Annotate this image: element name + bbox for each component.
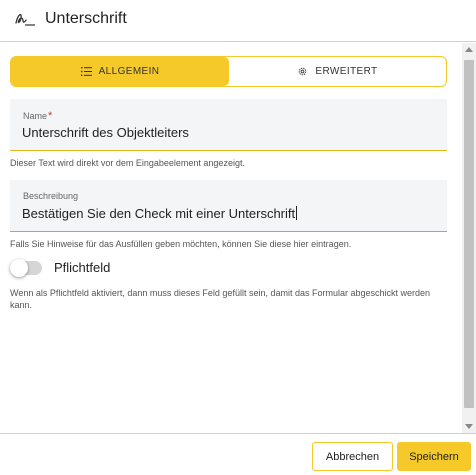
tab-erweitert[interactable]: ERWEITERT <box>229 57 446 86</box>
description-field-hint: Falls Sie Hinweise für das Ausfüllen geb… <box>10 239 352 249</box>
name-field-hint: Dieser Text wird direkt vor dem Eingabee… <box>10 158 245 168</box>
required-toggle-label: Pflichtfeld <box>54 260 111 275</box>
description-field-label: Beschreibung <box>23 191 79 201</box>
dialog-content: ALLGEMEIN ERWEITERT Name* Unterschrift d… <box>0 43 462 433</box>
tab-bar: ALLGEMEIN ERWEITERT <box>10 56 447 87</box>
required-toggle-hint: Wenn als Pflichtfeld aktiviert, dann mus… <box>10 288 431 310</box>
dialog-header: Unterschrift <box>0 0 476 42</box>
toggle-knob <box>10 259 28 277</box>
tab-erweitert-label: ERWEITERT <box>315 66 378 77</box>
text-caret <box>296 206 298 220</box>
description-field[interactable]: Beschreibung Bestätigen Sie den Check mi… <box>10 180 447 232</box>
gear-icon <box>297 66 308 77</box>
scroll-up-arrow-icon[interactable] <box>465 47 473 52</box>
name-field-label: Name* <box>23 110 53 122</box>
cancel-button[interactable]: Abbrechen <box>312 442 393 471</box>
dialog-title: Unterschrift <box>45 10 127 27</box>
required-asterisk: * <box>48 110 53 122</box>
save-button[interactable]: Speichern <box>397 442 471 471</box>
tab-allgemein-label: ALLGEMEIN <box>98 66 160 77</box>
name-field[interactable]: Name* Unterschrift des Objektleiters <box>10 99 447 151</box>
scroll-down-arrow-icon[interactable] <box>465 424 473 429</box>
name-field-value: Unterschrift des Objektleiters <box>22 125 189 140</box>
dialog-footer: Abbrechen Speichern <box>0 433 476 475</box>
tab-allgemein[interactable]: ALLGEMEIN <box>11 57 229 86</box>
vertical-scrollbar[interactable] <box>462 43 476 433</box>
required-toggle[interactable] <box>10 259 42 277</box>
description-field-value: Bestätigen Sie den Check mit einer Unter… <box>22 206 298 221</box>
signature-icon <box>14 10 36 28</box>
scrollbar-thumb[interactable] <box>464 60 474 408</box>
list-icon <box>80 67 92 76</box>
